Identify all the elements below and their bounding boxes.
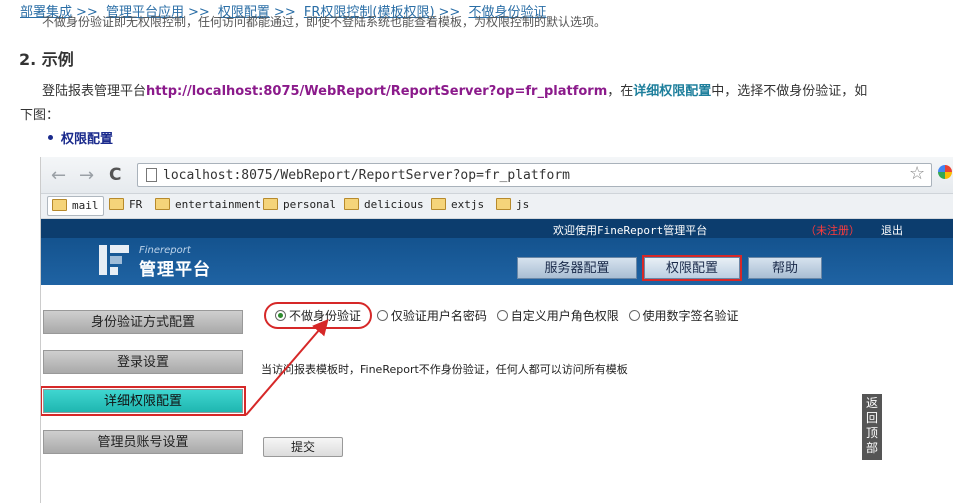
annotation-arrows [245,318,329,416]
detail-permission-highlight: 详细权限配置 [633,84,712,99]
para-middle: ，在 [607,84,634,99]
bullet-dot-icon [48,135,53,140]
intro-text: 不做身份验证即无权限控制，任何访问都能通过，即使不登陆系统也能查看模板，为权限控… [42,15,607,29]
embedded-screenshot: ← → C localhost:8075/WebReport/ReportSer… [40,157,953,503]
para-prefix: 登陆报表管理平台 [42,84,147,99]
platform-url-link[interactable]: http://localhost:8075/WebReport/ReportSe… [146,84,607,99]
annotation-arrow-to-radio [245,318,329,416]
bullet-permission-config: 权限配置 [48,128,113,147]
instruction-paragraph: 登陆报表管理平台http://localhost:8075/WebReport/… [20,80,870,128]
section-heading: 2. 示例 [19,50,74,69]
bullet-label: 权限配置 [61,132,114,147]
